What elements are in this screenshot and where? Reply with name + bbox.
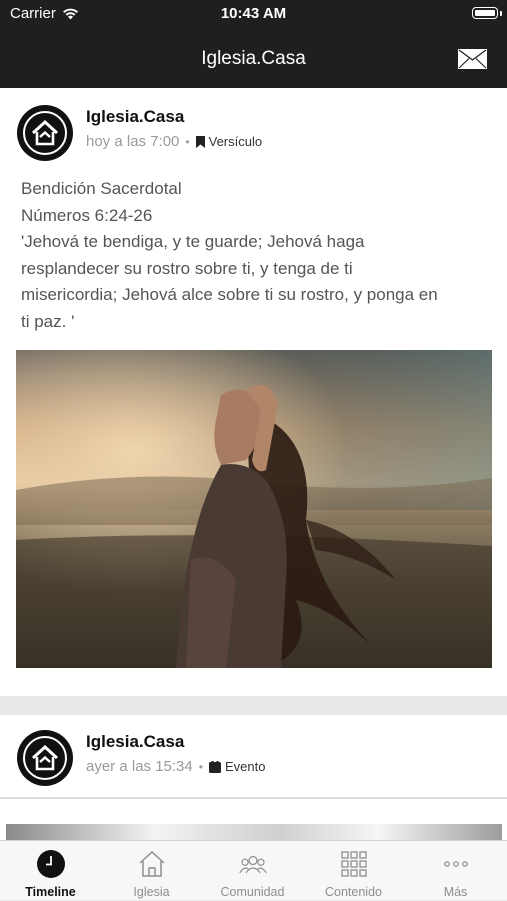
post-timestamp: hoy a las 7:00 bbox=[86, 133, 180, 150]
post-text-line: Números 6:24-26 bbox=[21, 205, 153, 225]
post-text-line: Bendición Sacerdotal bbox=[21, 179, 182, 198]
post-text-line: 'Jehová te bendiga, y te guarde; Jehová … bbox=[21, 232, 365, 251]
calendar-icon bbox=[208, 760, 221, 773]
grid-icon bbox=[339, 849, 369, 879]
post-category: Versículo bbox=[195, 134, 263, 149]
tab-label: Iglesia bbox=[133, 885, 170, 899]
church-icon bbox=[137, 849, 167, 879]
avatar[interactable] bbox=[17, 730, 73, 786]
battery-tip bbox=[500, 11, 502, 16]
post-category-label: Evento bbox=[224, 759, 266, 774]
page-title: Iglesia.Casa bbox=[201, 48, 306, 69]
post-image-preview[interactable] bbox=[6, 824, 502, 840]
divider bbox=[0, 797, 507, 799]
post-author[interactable]: Iglesia.Casa bbox=[86, 732, 184, 752]
tab-timeline[interactable]: Timeline bbox=[0, 841, 101, 901]
tab-contenido[interactable]: Contenido bbox=[303, 841, 404, 901]
post-text-line: ti paz. ' bbox=[21, 311, 75, 331]
tab-label: Más bbox=[443, 885, 468, 899]
battery-icon bbox=[472, 7, 498, 19]
post-body: Bendición Sacerdotal Números 6:24-26 'Je… bbox=[21, 176, 491, 335]
tab-label: Timeline bbox=[25, 885, 76, 899]
post-category: Evento bbox=[208, 759, 266, 774]
post-image[interactable] bbox=[16, 350, 492, 668]
tab-mas[interactable]: Más bbox=[404, 841, 507, 901]
tab-label: Contenido bbox=[325, 885, 382, 899]
house-logo-icon bbox=[31, 120, 59, 146]
post-category-label: Versículo bbox=[208, 134, 263, 149]
tab-iglesia[interactable]: Iglesia bbox=[101, 841, 202, 901]
tab-bar: Timeline Iglesia Comunidad Contenido Más bbox=[0, 840, 507, 900]
meta-separator: • bbox=[185, 134, 190, 149]
more-icon bbox=[441, 849, 471, 879]
navigation-bar: Iglesia.Casa bbox=[0, 28, 507, 88]
post-meta: ayer a las 15:34 • Evento bbox=[86, 758, 265, 775]
status-bar: Carrier 10:43 AM bbox=[0, 0, 507, 28]
tab-comunidad[interactable]: Comunidad bbox=[202, 841, 303, 901]
post-timestamp: ayer a las 15:34 bbox=[86, 758, 193, 775]
meta-separator: • bbox=[198, 759, 203, 774]
envelope-icon[interactable] bbox=[458, 49, 487, 69]
post-text-line: resplandecer su rostro sobre ti, y tenga… bbox=[21, 258, 353, 278]
clock-icon bbox=[36, 849, 66, 879]
post-card[interactable]: Iglesia.Casa hoy a las 7:00 • Versículo … bbox=[0, 88, 507, 696]
timeline-feed[interactable]: Iglesia.Casa hoy a las 7:00 • Versículo … bbox=[0, 88, 507, 840]
people-icon bbox=[238, 849, 268, 879]
avatar[interactable] bbox=[17, 105, 73, 161]
post-author[interactable]: Iglesia.Casa bbox=[86, 107, 184, 127]
post-card[interactable]: Iglesia.Casa ayer a las 15:34 • Evento bbox=[0, 715, 507, 840]
status-time: 10:43 AM bbox=[220, 5, 287, 22]
post-text-line: misericordia; Jehová alce sobre ti su ro… bbox=[21, 285, 438, 304]
tab-label: Comunidad bbox=[220, 885, 285, 899]
house-logo-icon bbox=[31, 745, 59, 771]
bookmark-icon bbox=[195, 135, 205, 148]
post-meta: hoy a las 7:00 • Versículo bbox=[86, 133, 262, 150]
